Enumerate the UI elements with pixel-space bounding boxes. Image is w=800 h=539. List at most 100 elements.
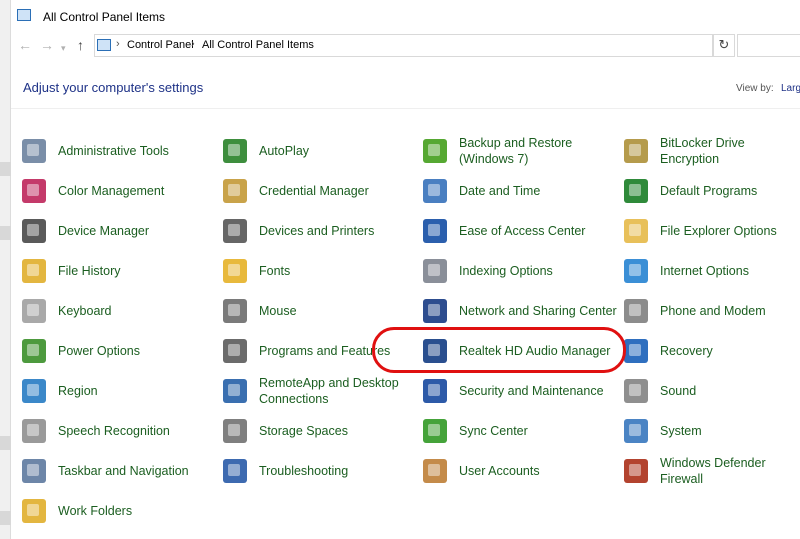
control-panel-item[interactable]: Color Management — [22, 173, 217, 209]
microphone-icon — [22, 419, 46, 443]
address-box[interactable]: › Control Panel › All Control Panel Item… — [94, 34, 776, 57]
control-panel-icon — [17, 9, 31, 21]
page-title: Adjust your computer's settings — [23, 80, 204, 95]
work-folders-icon — [22, 499, 46, 523]
control-panel-item-label: System — [660, 424, 702, 438]
control-panel-item[interactable]: Programs and Features — [223, 333, 418, 369]
title-bar: All Control Panel Items — [11, 0, 800, 32]
control-panel-item[interactable]: System — [624, 413, 800, 449]
control-panel-item[interactable]: Taskbar and Navigation — [22, 453, 217, 489]
control-panel-item[interactable]: Recovery — [624, 333, 800, 369]
edge-marker — [0, 226, 11, 240]
folder-options-icon — [624, 219, 648, 243]
control-panel-item-label: Internet Options — [660, 264, 749, 278]
refresh-button[interactable]: ↻ — [713, 34, 735, 57]
control-panel-item[interactable]: Work Folders — [22, 493, 217, 529]
control-panel-item[interactable]: File Explorer Options — [624, 213, 800, 249]
control-panel-item[interactable]: Backup and Restore (Windows 7) — [423, 133, 618, 169]
up-arrow-icon[interactable]: ↑ — [77, 36, 84, 54]
header-divider — [11, 108, 800, 109]
window-title: All Control Panel Items — [43, 10, 166, 24]
control-panel-item[interactable]: Devices and Printers — [223, 213, 418, 249]
region-icon — [22, 379, 46, 403]
network-icon — [423, 299, 447, 323]
control-panel-item[interactable]: Troubleshooting — [223, 453, 418, 489]
control-panel-item-label: Phone and Modem — [660, 304, 766, 318]
control-panel-item-label: Fonts — [259, 264, 291, 278]
control-panel-item-label: Realtek HD Audio Manager — [459, 344, 611, 358]
control-panel-item[interactable]: Mouse — [223, 293, 418, 329]
control-panel-item[interactable]: Keyboard — [22, 293, 217, 329]
breadcrumb-chevron-icon[interactable]: › — [116, 38, 120, 50]
printer-icon — [223, 219, 247, 243]
control-panel-item-label: Recovery — [660, 344, 713, 358]
control-panel-item-label: Devices and Printers — [259, 224, 375, 238]
control-panel-item[interactable]: AutoPlay — [223, 133, 418, 169]
control-panel-item-label: BitLocker Drive Encryption — [660, 136, 745, 166]
control-panel-item[interactable]: Power Options — [22, 333, 217, 369]
edge-marker — [0, 162, 11, 176]
refresh-icon: ↻ — [718, 37, 730, 52]
search-input[interactable] — [737, 34, 800, 57]
control-panel-item-label: Region — [58, 384, 98, 398]
programs-features-icon — [223, 339, 247, 363]
bitlocker-icon — [624, 139, 648, 163]
control-panel-item-label: RemoteApp and Desktop Connections — [259, 376, 399, 406]
control-panel-item-label: Device Manager — [58, 224, 150, 238]
back-arrow-icon[interactable]: ← — [18, 36, 32, 54]
control-panel-item[interactable]: File History — [22, 253, 217, 289]
control-panel-item-label: Indexing Options — [459, 264, 553, 278]
sound-icon — [624, 379, 648, 403]
sync-center-icon — [423, 419, 447, 443]
indexing-icon — [423, 259, 447, 283]
firewall-icon — [624, 459, 648, 483]
control-panel-item-label: Credential Manager — [259, 184, 369, 198]
control-panel-item[interactable]: Default Programs — [624, 173, 800, 209]
control-panel-item-label: Taskbar and Navigation — [58, 464, 189, 478]
control-panel-item-label: Windows Defender Firewall — [660, 456, 766, 486]
device-manager-icon — [22, 219, 46, 243]
remoteapp-icon — [223, 379, 247, 403]
troubleshooting-icon — [223, 459, 247, 483]
forward-arrow-icon[interactable]: → — [40, 36, 54, 54]
control-panel-item[interactable]: BitLocker Drive Encryption — [624, 133, 800, 169]
control-panel-item[interactable]: Sync Center — [423, 413, 618, 449]
control-panel-item[interactable]: Date and Time — [423, 173, 618, 209]
breadcrumb-control-panel[interactable]: Control Panel — [127, 39, 194, 51]
power-options-icon — [22, 339, 46, 363]
control-panel-item[interactable]: Credential Manager — [223, 173, 418, 209]
control-panel-item-label: Network and Sharing Center — [459, 304, 617, 318]
control-panel-item[interactable]: Internet Options — [624, 253, 800, 289]
ease-of-access-icon — [423, 219, 447, 243]
control-panel-item[interactable]: Region — [22, 373, 217, 409]
control-panel-item[interactable]: Fonts — [223, 253, 418, 289]
control-panel-item[interactable]: User Accounts — [423, 453, 618, 489]
control-panel-item[interactable]: Windows Defender Firewall — [624, 453, 800, 489]
breadcrumb-chevron-icon[interactable]: › — [191, 38, 195, 50]
control-panel-item[interactable]: Network and Sharing Center — [423, 293, 618, 329]
control-panel-item[interactable]: Indexing Options — [423, 253, 618, 289]
system-icon — [624, 419, 648, 443]
default-programs-icon — [624, 179, 648, 203]
control-panel-item[interactable]: Speech Recognition — [22, 413, 217, 449]
control-panel-item-label: Programs and Features — [259, 344, 391, 358]
control-panel-item[interactable]: Sound — [624, 373, 800, 409]
breadcrumb-all-items[interactable]: All Control Panel Items — [202, 39, 314, 51]
phone-icon — [624, 299, 648, 323]
edge-marker — [0, 511, 11, 525]
control-panel-item[interactable]: Ease of Access Center — [423, 213, 618, 249]
content-header: Adjust your computer's settings View by:… — [11, 58, 800, 108]
backup-icon — [423, 139, 447, 163]
control-panel-item[interactable]: RemoteApp and Desktop Connections — [223, 373, 418, 409]
recent-locations-chevron-icon[interactable]: ▾ — [61, 39, 66, 57]
control-panel-item[interactable]: Security and Maintenance — [423, 373, 618, 409]
control-panel-item[interactable]: Phone and Modem — [624, 293, 800, 329]
control-panel-item[interactable]: Device Manager — [22, 213, 217, 249]
view-by-dropdown[interactable]: Larg — [781, 83, 800, 94]
control-panel-item[interactable]: Administrative Tools — [22, 133, 217, 169]
taskbar-icon — [22, 459, 46, 483]
control-panel-item-label: Ease of Access Center — [459, 224, 586, 238]
control-panel-item[interactable]: Storage Spaces — [223, 413, 418, 449]
control-panel-item[interactable]: Realtek HD Audio Manager — [423, 333, 618, 369]
control-panel-item-label: Storage Spaces — [259, 424, 348, 438]
